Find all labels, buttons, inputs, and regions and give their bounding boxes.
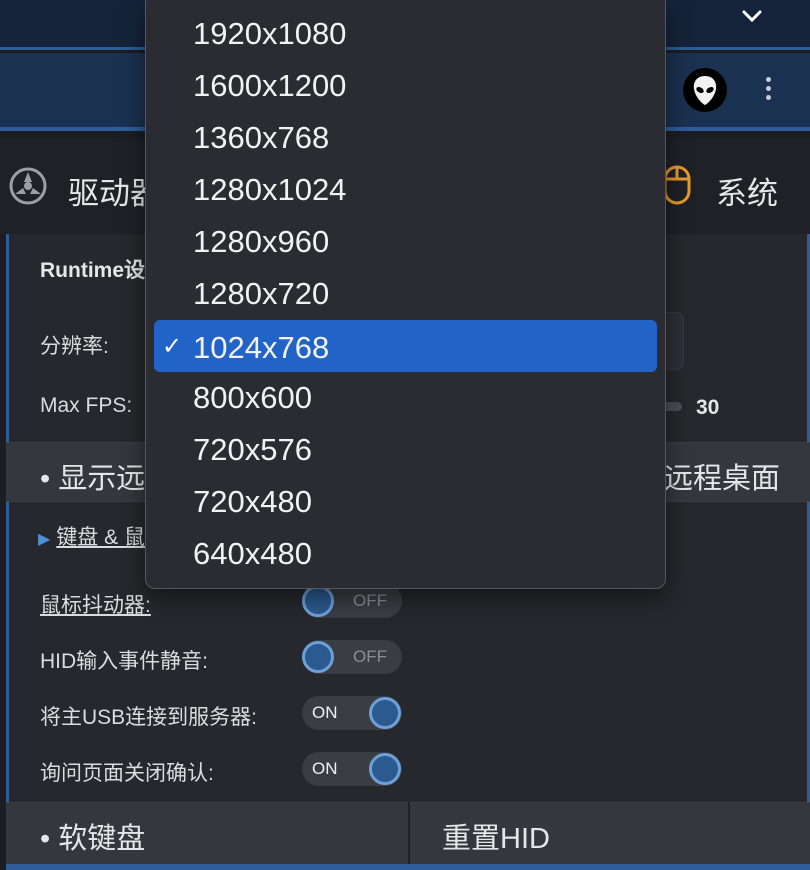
mouse-jiggler-label: 鼠标抖动器: bbox=[40, 594, 151, 617]
toggle-knob bbox=[369, 753, 401, 785]
tab-system[interactable]: 系统 bbox=[716, 168, 778, 213]
resolution-option[interactable]: 1280x1024 bbox=[154, 162, 657, 214]
close-confirm-label: 询问页面关闭确认: bbox=[40, 762, 214, 785]
close-confirm-toggle[interactable]: ON bbox=[302, 752, 402, 786]
toggle-state: OFF bbox=[353, 647, 387, 666]
resolution-option[interactable]: 1360x768 bbox=[154, 110, 657, 162]
hid-mute-label: HID输入事件静音: bbox=[40, 650, 208, 673]
usb-connect-toggle[interactable]: ON bbox=[302, 696, 402, 730]
toggle-knob bbox=[302, 641, 334, 673]
chevron-down-icon[interactable] bbox=[738, 6, 766, 26]
resolution-option[interactable]: 1280x960 bbox=[154, 214, 657, 266]
resolution-label: 分辨率: bbox=[40, 335, 109, 358]
usb-connect-label: 将主USB连接到服务器: bbox=[40, 706, 258, 729]
resolution-option[interactable]: 720x480 bbox=[154, 474, 657, 526]
alien-head-icon[interactable] bbox=[683, 68, 727, 112]
fps-value: 30 bbox=[696, 396, 720, 419]
toggle-knob bbox=[369, 697, 401, 729]
remote-desktop-label: 远程桌面 bbox=[664, 463, 781, 495]
bottom-divider bbox=[408, 802, 410, 864]
hid-mute-toggle[interactable]: OFF bbox=[302, 640, 402, 674]
toggle-knob bbox=[302, 585, 334, 617]
drive-icon bbox=[9, 167, 47, 205]
soft-keyboard-button[interactable]: • 软键盘 bbox=[40, 815, 145, 857]
bottom-border bbox=[6, 864, 810, 870]
toggle-state: ON bbox=[312, 759, 338, 778]
resolution-option-selected[interactable]: ✓ 1024x768 bbox=[154, 320, 657, 372]
resolution-option[interactable]: 1920x1080 bbox=[154, 6, 657, 58]
resolution-option[interactable]: 800x600 bbox=[154, 370, 657, 422]
resolution-option[interactable]: 1600x1200 bbox=[154, 58, 657, 110]
resolution-option[interactable]: 1280x720 bbox=[154, 266, 657, 318]
toggle-state: ON bbox=[312, 703, 338, 722]
checkmark-icon: ✓ bbox=[162, 333, 183, 360]
expand-triangle-icon: ▶ bbox=[38, 531, 51, 548]
mouse-icon bbox=[663, 165, 691, 205]
fps-label: Max FPS: bbox=[40, 394, 133, 417]
resolution-dropdown: 1920x1080 1600x1200 1360x768 1280x1024 1… bbox=[145, 0, 666, 589]
resolution-option[interactable]: 720x576 bbox=[154, 422, 657, 474]
more-vertical-icon[interactable] bbox=[755, 73, 781, 107]
mouse-jiggler-toggle[interactable]: OFF bbox=[302, 584, 402, 618]
resolution-option[interactable]: 640x480 bbox=[154, 526, 657, 578]
reset-hid-button[interactable]: 重置HID bbox=[442, 815, 550, 857]
toggle-state: OFF bbox=[353, 591, 387, 610]
